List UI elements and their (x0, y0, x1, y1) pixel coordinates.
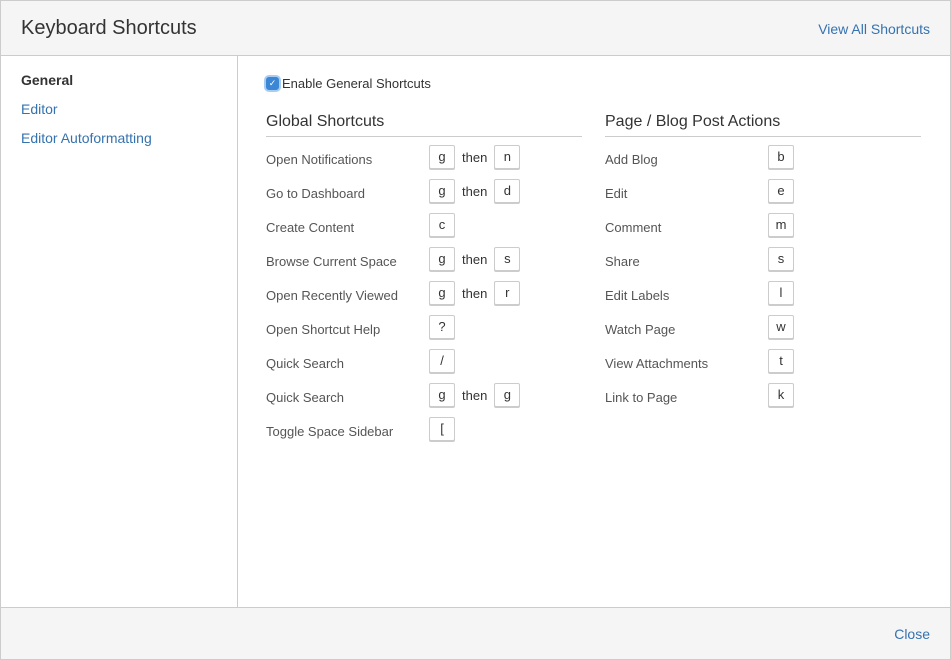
shortcut-keys: b (768, 145, 794, 169)
enable-shortcuts-checkbox[interactable]: ✓ (266, 77, 279, 90)
shortcut-label: Open Recently Viewed (266, 288, 399, 303)
then-separator: then (462, 183, 488, 199)
global-shortcuts-list: Open Notifications g then n Go to Dashboard g… (266, 145, 582, 451)
key-cap: g (429, 179, 455, 203)
shortcut-label: Open Notifications (266, 152, 373, 167)
shortcut-label: Open Shortcut Help (266, 322, 381, 337)
key-cap: / (429, 349, 455, 373)
key-cap: w (768, 315, 794, 339)
shortcut-keys: w (768, 315, 794, 339)
dialog-footer: Close (1, 607, 950, 659)
shortcut-row: Watch Page w (605, 315, 921, 349)
shortcut-label: Link to Page (605, 390, 678, 405)
shortcut-label: Quick Search (266, 356, 345, 371)
key-cap: k (768, 383, 794, 407)
key-cap: g (429, 281, 455, 305)
shortcut-keys: m (768, 213, 794, 237)
then-separator: then (462, 251, 488, 267)
shortcut-row: Link to Page k (605, 383, 921, 417)
shortcut-row: Edit Labels l (605, 281, 921, 315)
keyboard-shortcuts-dialog: Keyboard Shortcuts View All Shortcuts Ge… (0, 0, 951, 660)
shortcut-row: Quick Search g then g (266, 383, 582, 417)
shortcut-keys: g then n (429, 145, 521, 169)
shortcut-label: Share (605, 254, 640, 269)
shortcut-keys: / (429, 349, 455, 373)
shortcut-keys: g then r (429, 281, 521, 305)
dialog-title: Keyboard Shortcuts (21, 17, 197, 39)
global-shortcuts-section: Global Shortcuts Open Notifications g then… (266, 113, 582, 451)
shortcut-keys: e (768, 179, 794, 203)
view-all-shortcuts-link[interactable]: View All Shortcuts (818, 21, 930, 37)
shortcut-label: Edit (605, 186, 628, 201)
global-shortcuts-title: Global Shortcuts (266, 113, 582, 137)
shortcut-row: Edit e (605, 179, 921, 213)
key-cap: g (429, 145, 455, 169)
then-separator: then (462, 387, 488, 403)
key-cap: l (768, 281, 794, 305)
enable-shortcuts-row: ✓ Enable General Shortcuts (266, 76, 431, 91)
shortcut-label: View Attachments (605, 356, 709, 371)
shortcut-label: Comment (605, 220, 662, 235)
shortcut-label: Watch Page (605, 322, 676, 337)
shortcut-label: Quick Search (266, 390, 345, 405)
key-cap: m (768, 213, 794, 237)
key-cap: ? (429, 315, 455, 339)
key-cap: g (494, 383, 521, 407)
shortcut-keys: s (768, 247, 794, 271)
key-cap: g (429, 383, 455, 407)
page-actions-section: Page / Blog Post Actions Add Blog b Edit e C… (605, 113, 921, 417)
key-cap: s (768, 247, 794, 271)
shortcut-label: Toggle Space Sidebar (266, 424, 394, 439)
sidebar-item-editor[interactable]: Editor (21, 101, 58, 117)
key-cap: g (429, 247, 455, 271)
shortcut-row: View Attachments t (605, 349, 921, 383)
shortcut-keys: k (768, 383, 794, 407)
then-separator: then (462, 285, 488, 301)
shortcut-row: Create Content c (266, 213, 582, 247)
key-cap: n (494, 145, 521, 169)
shortcuts-content: ✓ Enable General Shortcuts Global Shortc… (238, 56, 950, 607)
shortcut-keys: g then d (429, 179, 521, 203)
key-cap: d (494, 179, 521, 203)
shortcut-row: Open Recently Viewed g then r (266, 281, 582, 315)
page-actions-list: Add Blog b Edit e Comment m Share s Edit Labels l… (605, 145, 921, 417)
shortcut-keys: g then g (429, 383, 521, 407)
shortcut-row: Browse Current Space g then s (266, 247, 582, 281)
sidebar-item-general[interactable]: General (21, 72, 73, 88)
then-separator: then (462, 149, 488, 165)
shortcut-label: Edit Labels (605, 288, 670, 303)
shortcut-row: Add Blog b (605, 145, 921, 179)
key-cap: e (768, 179, 794, 203)
shortcut-row: Quick Search / (266, 349, 582, 383)
shortcut-label: Browse Current Space (266, 254, 397, 269)
shortcut-keys: l (768, 281, 794, 305)
shortcut-row: Comment m (605, 213, 921, 247)
shortcut-row: Toggle Space Sidebar [ (266, 417, 582, 451)
key-cap: c (429, 213, 455, 237)
sidebar: General Editor Editor Autoformatting (1, 56, 238, 607)
shortcut-row: Open Notifications g then n (266, 145, 582, 179)
sidebar-item-editor-autoformatting[interactable]: Editor Autoformatting (21, 130, 152, 146)
shortcut-label: Add Blog (605, 152, 658, 167)
shortcut-keys: ? (429, 315, 455, 339)
shortcut-row: Open Shortcut Help? (266, 315, 582, 349)
shortcut-keys: [ (429, 417, 455, 441)
close-button[interactable]: Close (894, 626, 930, 642)
key-cap: r (494, 281, 521, 305)
shortcut-label: Create Content (266, 220, 355, 235)
key-cap: b (768, 145, 794, 169)
shortcut-keys: g then s (429, 247, 521, 271)
dialog-header: Keyboard Shortcuts View All Shortcuts (1, 1, 950, 56)
key-cap: [ (429, 417, 455, 441)
shortcut-row: Go to Dashboard g then d (266, 179, 582, 213)
shortcut-row: Share s (605, 247, 921, 281)
enable-shortcuts-label[interactable]: Enable General Shortcuts (282, 76, 431, 91)
shortcut-keys: t (768, 349, 794, 373)
shortcut-label: Go to Dashboard (266, 186, 366, 201)
key-cap: s (494, 247, 521, 271)
shortcut-keys: c (429, 213, 455, 237)
page-actions-title: Page / Blog Post Actions (605, 113, 921, 137)
key-cap: t (768, 349, 794, 373)
